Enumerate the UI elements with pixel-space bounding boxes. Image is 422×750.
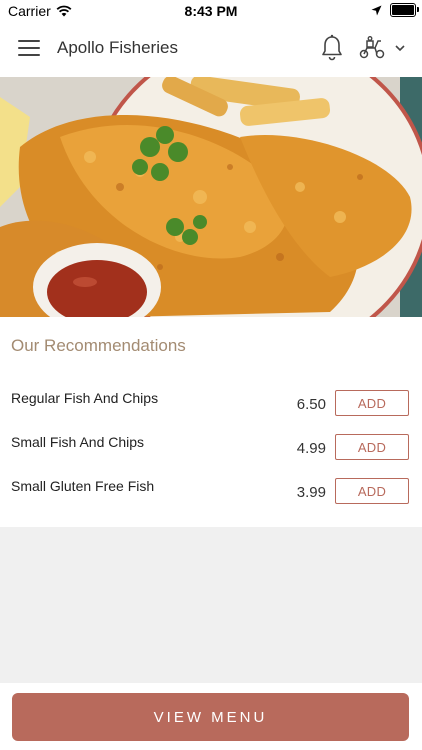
view-menu-button[interactable]: VIEW MENU bbox=[12, 693, 409, 741]
list-item: Regular Fish And Chips 6.50 ADD bbox=[0, 390, 422, 420]
add-button[interactable]: ADD bbox=[335, 434, 409, 460]
location-arrow-icon bbox=[371, 5, 382, 15]
recommendations-section: Our Recommendations Regular Fish And Chi… bbox=[0, 317, 422, 527]
list-item: Small Fish And Chips 4.99 ADD bbox=[0, 434, 422, 464]
app-header: Apollo Fisheries bbox=[0, 22, 422, 77]
hamburger-icon[interactable] bbox=[18, 40, 40, 58]
bottom-bar: VIEW MENU bbox=[0, 683, 422, 750]
hero-image bbox=[0, 77, 422, 317]
chevron-down-icon[interactable] bbox=[394, 42, 406, 54]
battery-icon bbox=[390, 3, 419, 17]
item-price: 6.50 bbox=[296, 396, 326, 413]
add-button[interactable]: ADD bbox=[335, 478, 409, 504]
item-name: Small Gluten Free Fish bbox=[11, 478, 155, 494]
item-price: 3.99 bbox=[296, 484, 326, 501]
item-name: Small Fish And Chips bbox=[11, 434, 145, 450]
item-price: 4.99 bbox=[296, 440, 326, 457]
status-right bbox=[371, 3, 419, 17]
add-button[interactable]: ADD bbox=[335, 390, 409, 416]
page-title: Apollo Fisheries bbox=[57, 38, 178, 57]
fish-and-chips-photo bbox=[0, 77, 422, 317]
status-time: 8:43 PM bbox=[184, 3, 238, 19]
item-name: Regular Fish And Chips bbox=[11, 390, 159, 406]
scooter-icon[interactable] bbox=[358, 36, 386, 60]
status-bar: Carrier 8:43 PM bbox=[0, 0, 422, 22]
list-item: Small Gluten Free Fish 3.99 ADD bbox=[0, 478, 422, 508]
bell-icon[interactable] bbox=[320, 34, 344, 62]
section-title: Our Recommendations bbox=[11, 336, 186, 355]
